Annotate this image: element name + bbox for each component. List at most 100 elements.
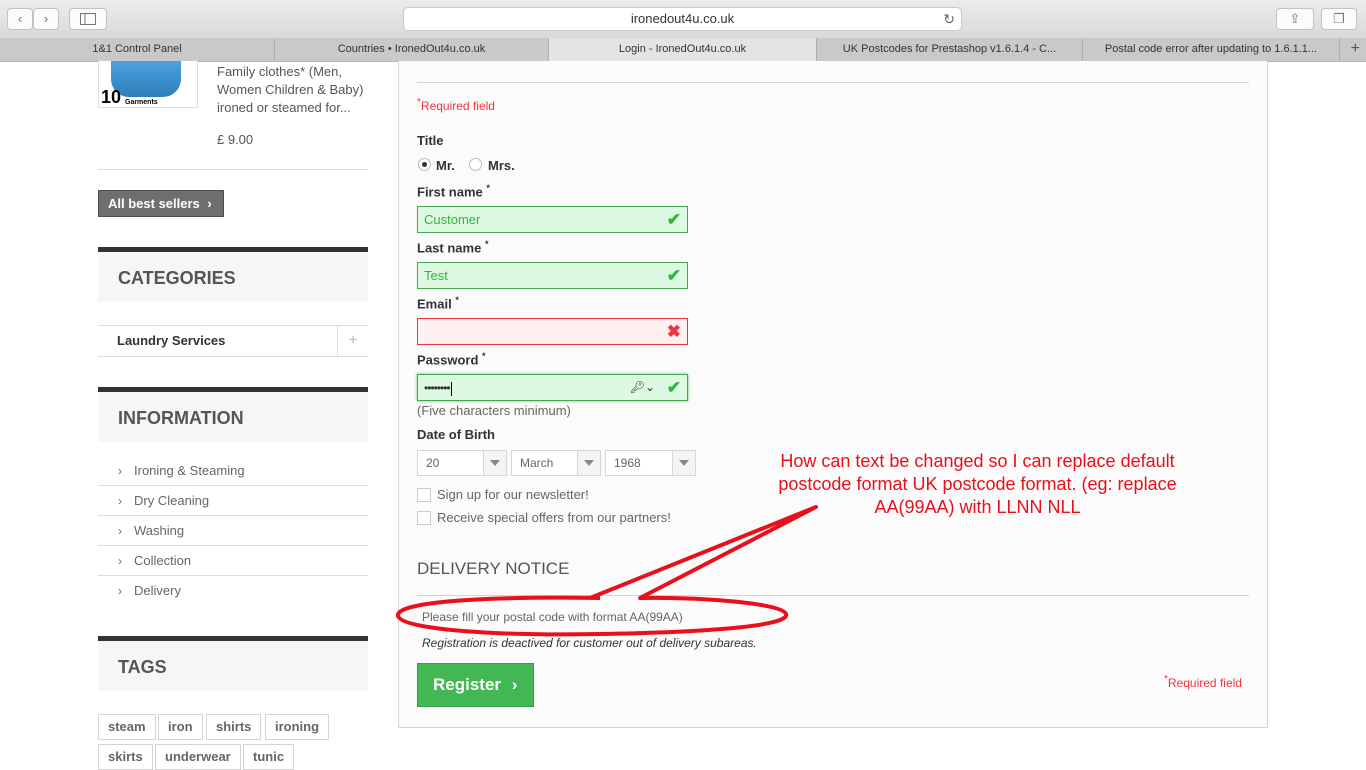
tab-uk-postcodes[interactable]: UK Postcodes for Prestashop v1.6.1.4 - C… <box>817 38 1083 61</box>
chevron-right-icon: › <box>118 554 122 568</box>
info-link-label: Delivery <box>134 583 181 598</box>
tags-title: TAGS <box>98 636 368 691</box>
all-best-sellers-button[interactable]: All best sellers › <box>98 190 224 217</box>
offers-label[interactable]: Receive special offers from our partners… <box>437 510 671 525</box>
tab-bar: 1&1 Control Panel Countries • IronedOut4… <box>0 38 1366 62</box>
first-name-label: First name * <box>417 183 490 200</box>
product-description[interactable]: Family clothes* (Men, Women Children & B… <box>217 63 367 117</box>
annotation-line: AA(99AA) with LLNN NLL <box>874 497 1081 517</box>
register-button[interactable]: Register › <box>417 663 534 707</box>
tag-ironing[interactable]: ironing <box>265 714 330 740</box>
tab-login[interactable]: Login - IronedOut4u.co.uk <box>549 38 817 61</box>
radio-mrs-label[interactable]: Mrs. <box>488 158 515 173</box>
categories-title: CATEGORIES <box>98 247 368 302</box>
tag-tunic[interactable]: tunic <box>243 744 295 770</box>
expand-plus-icon[interactable]: + <box>337 326 368 356</box>
chevron-right-icon: › <box>118 494 122 508</box>
dob-month-value: March <box>520 456 554 470</box>
register-label: Register <box>433 675 502 694</box>
chevron-right-icon: › <box>511 675 518 694</box>
offers-checkbox[interactable] <box>417 511 431 525</box>
newsletter-checkbox[interactable] <box>417 488 431 502</box>
last-name-label: Last name * <box>417 239 489 256</box>
tag-shirts[interactable]: shirts <box>206 714 262 740</box>
reload-icon[interactable]: ↻ <box>943 8 955 30</box>
checkmark-icon: ✔ <box>666 266 681 285</box>
new-tab-icon[interactable]: + <box>1351 38 1360 60</box>
dob-year-select[interactable]: 1968 <box>605 450 696 476</box>
tag-steam[interactable]: steam <box>98 714 156 740</box>
information-title: INFORMATION <box>98 387 368 442</box>
checkmark-icon: ✔ <box>666 210 681 229</box>
radio-mrs[interactable] <box>469 158 482 171</box>
info-link-label: Dry Cleaning <box>134 493 210 508</box>
password-hint: (Five characters minimum) <box>417 403 571 418</box>
password-field[interactable]: •••••••• 🔑︎⌄ ✔ <box>417 374 688 401</box>
back-icon[interactable]: ‹ <box>7 8 33 30</box>
checkmark-icon: ✔ <box>666 378 681 397</box>
annotation-line: How can text be changed so I can replace… <box>780 451 1175 471</box>
product-thumbnail[interactable]: 10 Garments <box>98 61 198 108</box>
required-field-note-bottom: *Required field <box>1164 674 1242 690</box>
chevron-down-icon <box>483 451 506 475</box>
url-text: ironedout4u.co.uk <box>630 11 735 26</box>
last-name-value: Test <box>424 268 448 283</box>
info-link-washing[interactable]: › Washing <box>98 516 368 546</box>
tab-countries[interactable]: Countries • IronedOut4u.co.uk <box>275 38 549 61</box>
delivery-notice-title: DELIVERY NOTICE <box>417 559 570 578</box>
address-bar[interactable]: ironedout4u.co.uk ↻ <box>403 7 962 31</box>
first-name-field[interactable]: Customer ✔ <box>417 206 688 233</box>
annotation-text: How can text be changed so I can replace… <box>750 450 1205 519</box>
first-name-value: Customer <box>424 212 481 227</box>
tag-skirts[interactable]: skirts <box>98 744 153 770</box>
tag-iron[interactable]: iron <box>158 714 203 740</box>
info-link-delivery[interactable]: › Delivery <box>98 576 368 606</box>
tab-control-panel[interactable]: 1&1 Control Panel <box>0 38 275 61</box>
info-link-collection[interactable]: › Collection <box>98 546 368 576</box>
chevron-right-icon: › <box>118 464 122 478</box>
title-label: Title <box>417 133 444 148</box>
category-label: Laundry Services <box>117 333 226 348</box>
password-label: Password * <box>417 351 486 368</box>
dob-year-value: 1968 <box>614 456 641 470</box>
tab-postal-error[interactable]: Postal code error after updating to 1.6.… <box>1083 38 1340 61</box>
radio-mr-label[interactable]: Mr. <box>436 158 455 173</box>
divider <box>417 595 1249 596</box>
chevron-right-icon: › <box>207 196 212 211</box>
sidebar-icon[interactable] <box>69 8 107 30</box>
share-icon[interactable]: ⇪ <box>1276 8 1314 30</box>
annotation-line: postcode format UK postcode format. (eg:… <box>778 474 1177 494</box>
all-best-sellers-label: All best sellers <box>108 196 200 211</box>
newsletter-label[interactable]: Sign up for our newsletter! <box>437 487 589 502</box>
email-field[interactable]: ✖ <box>417 318 688 345</box>
radio-mr[interactable] <box>418 158 431 171</box>
text-caret <box>450 381 452 396</box>
email-label: Email * <box>417 295 459 312</box>
postal-code-notice: Please fill your postal code with format… <box>422 610 683 624</box>
required-field-note: *Required field <box>417 97 495 113</box>
password-value: •••••••• <box>424 381 451 395</box>
laundry-basket-image <box>111 61 181 97</box>
dob-label: Date of Birth <box>417 427 495 442</box>
dob-day-select[interactable]: 20 <box>417 450 507 476</box>
info-link-ironing[interactable]: › Ironing & Steaming <box>98 456 368 486</box>
info-link-dry-cleaning[interactable]: › Dry Cleaning <box>98 486 368 516</box>
browser-toolbar: ‹ › ironedout4u.co.uk ↻ ⇪ ❐ <box>0 0 1366 39</box>
category-item[interactable]: Laundry Services + <box>98 325 368 357</box>
dob-month-select[interactable]: March <box>511 450 601 476</box>
thumb-caption: Garments <box>125 99 158 106</box>
key-icon[interactable]: 🔑︎⌄ <box>630 375 655 400</box>
thumb-number: 10 <box>101 87 122 107</box>
last-name-field[interactable]: Test ✔ <box>417 262 688 289</box>
info-link-label: Washing <box>134 523 185 538</box>
error-x-icon: ✖ <box>666 322 681 341</box>
product-price: £ 9.00 <box>217 132 254 147</box>
sidebar-glyph <box>80 13 96 25</box>
divider <box>417 82 1249 83</box>
forward-icon[interactable]: › <box>33 8 59 30</box>
tabs-overview-icon[interactable]: ❐ <box>1321 8 1357 30</box>
chevron-right-icon: › <box>118 584 122 598</box>
divider <box>98 169 368 170</box>
info-link-label: Ironing & Steaming <box>134 463 245 478</box>
tag-underwear[interactable]: underwear <box>155 744 241 770</box>
